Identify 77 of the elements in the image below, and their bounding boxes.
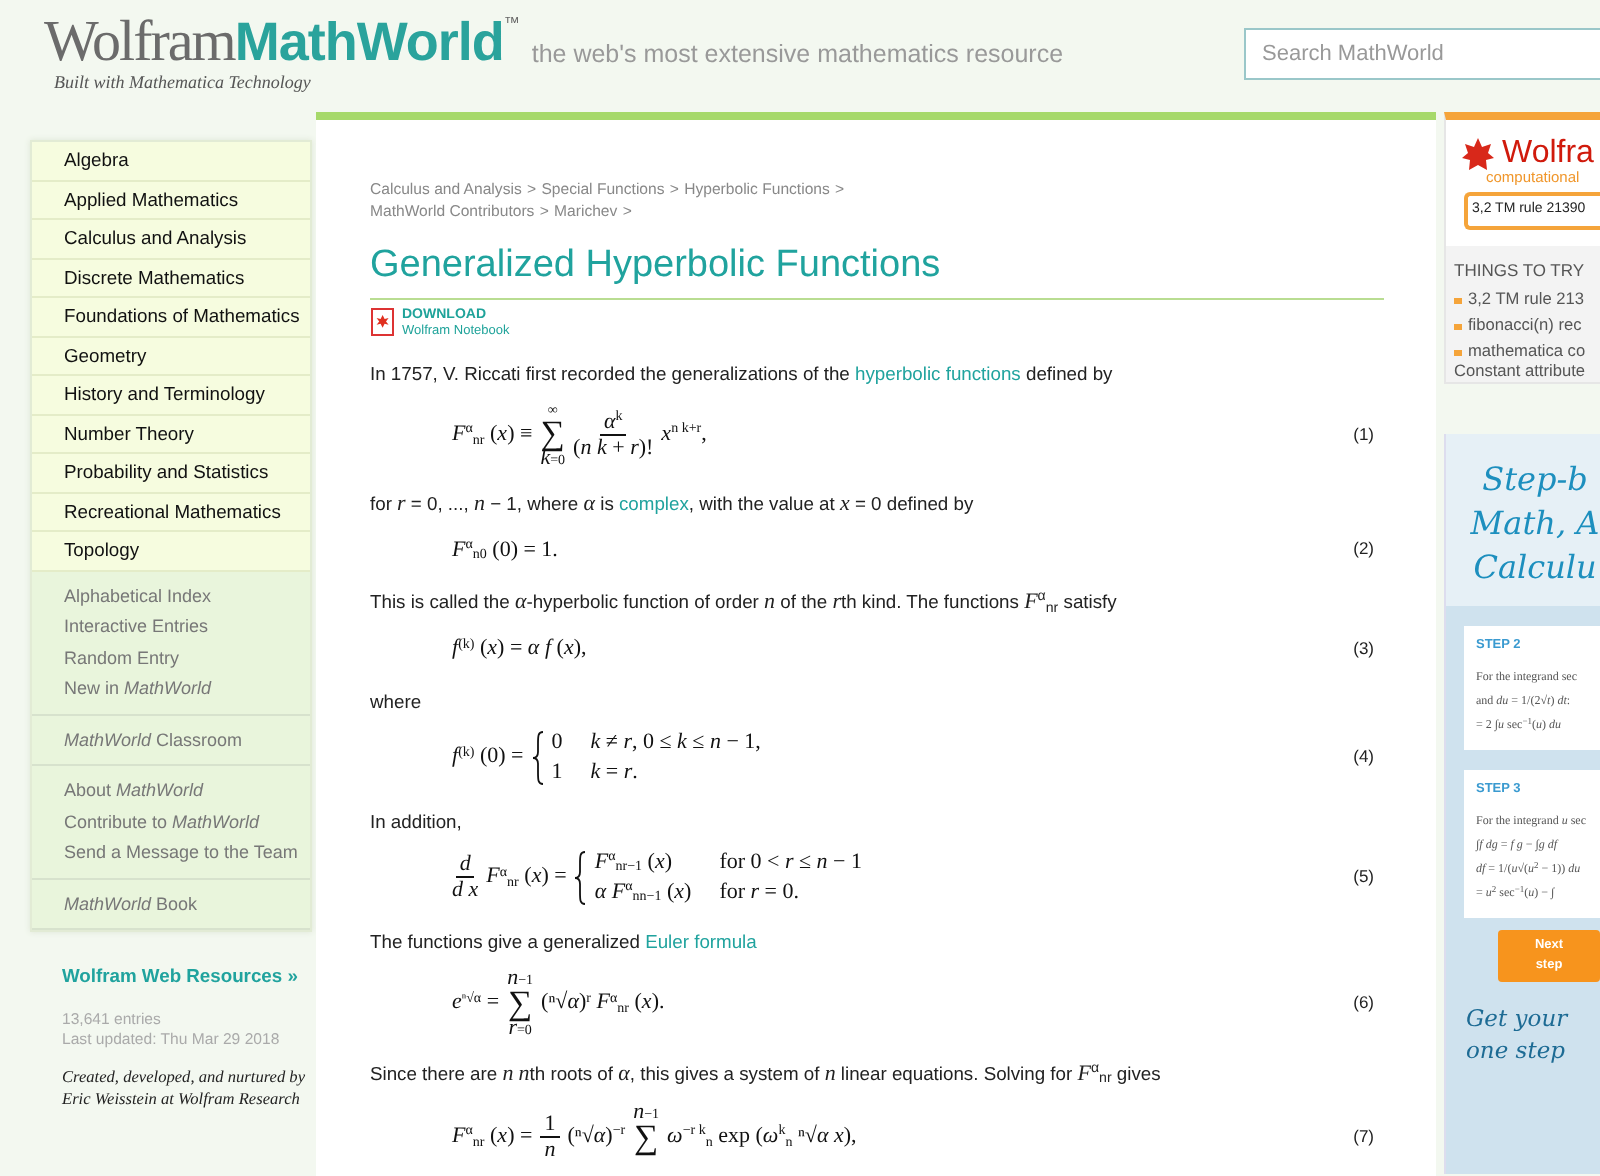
math-expression: x$^{n k+r}$,	[661, 418, 707, 450]
sidebar-link[interactable]: Send a Message to the Team	[64, 838, 310, 869]
equation-number: (1)	[1353, 421, 1374, 447]
paragraph-text: for r = 0, ..., n − 1, where α is complex, with the value at x = 0 defined by	[370, 489, 976, 517]
equation-number: (2)	[1353, 536, 1374, 563]
paragraph-text: This is called the α-hyperbolic function of order n of the rth kind. The functions F$^{α}$$_{nr}$ satisfy	[370, 588, 1119, 616]
topic-link[interactable]: Probability and Statistics	[32, 454, 310, 493]
fraction: 1 n	[540, 1111, 560, 1161]
case-expression: for r = 0.	[719, 879, 802, 905]
paragraph-text: In addition,	[370, 807, 464, 833]
case-expression: k ≠ r, 0 ≤ k ≤ n − 1,	[590, 729, 761, 755]
inline-link[interactable]: hyperbolic functions	[855, 361, 1021, 383]
topic-link[interactable]: Topology	[32, 532, 310, 571]
inline-link[interactable]: complex	[618, 491, 689, 513]
math-expression: e$^{ⁿ√α}$ =	[452, 987, 500, 1019]
equation-number: (3)	[1353, 635, 1374, 662]
paragraph-text: The functions give a generalized Euler formula	[370, 927, 759, 953]
notebook-icon	[370, 308, 394, 337]
topic-link[interactable]: Discrete Mathematics	[32, 259, 310, 298]
case-expression: k = r.	[590, 759, 640, 785]
math-expression: F$^{α}$$_{nr}$ (x) =	[452, 1120, 533, 1153]
section-heading: THINGS TO TRY	[1454, 257, 1587, 283]
topic-link[interactable]: Calculus and Analysis	[32, 220, 310, 259]
logo-tagline: Built with Mathematica Technology	[54, 72, 313, 92]
brace-icon	[574, 849, 587, 905]
paragraph-text: where	[370, 687, 424, 713]
ad-footer-text: Get your one step	[1466, 1001, 1571, 1065]
case-expression: for 0 < r ≤ n − 1	[719, 849, 863, 875]
topic-link[interactable]: Geometry	[32, 337, 310, 376]
star-logo-icon	[1462, 137, 1494, 169]
sidebar-link[interactable]: Alphabetical Index	[64, 581, 310, 612]
fraction: α$^{k}$ (n k + r)!	[573, 409, 654, 459]
logo-wordmark[interactable]: Wolfram	[44, 12, 235, 72]
site-tagline: the web's most extensive mathematics resource	[531, 38, 1064, 72]
topic-link[interactable]: Number Theory	[32, 415, 310, 454]
case-expression: F$^{α}$$_{nr−1}$ (x)	[594, 849, 674, 875]
math-expression: F$^{α}$$_{nr}$ (x) =	[486, 861, 567, 894]
resources-link[interactable]: Wolfram Web Resources »	[62, 962, 312, 991]
math-expression: f$^{(k)}$ (x) = α f (x),	[452, 633, 587, 664]
widget-brand: Wolfra	[1502, 136, 1594, 170]
trademark-symbol: ™	[503, 12, 520, 36]
ad-headline: Step-b Math, A Calculu	[1446, 434, 1600, 606]
brace-icon	[531, 729, 544, 785]
math-expression: (ⁿ√α)$^{−r}$	[567, 1120, 626, 1152]
suggestion-link[interactable]: mathematica co Constant attribute	[1454, 340, 1600, 381]
page-title: Generalized Hyperbolic Functions	[370, 242, 1384, 300]
topic-link[interactable]: Algebra	[32, 142, 310, 181]
equation-number: (5)	[1353, 864, 1374, 890]
equation-number: (6)	[1353, 990, 1374, 1016]
case-expression: 1	[551, 759, 563, 785]
math-expression: F$^{α}$$_{nr}$ (x) ≡	[452, 418, 533, 451]
equation-number: (7)	[1353, 1123, 1374, 1149]
fraction: d d x	[452, 852, 479, 902]
case-expression: 0	[551, 729, 563, 755]
suggestion-link[interactable]: fibonacci(n) rec	[1454, 314, 1600, 335]
topic-link[interactable]: History and Terminology	[32, 376, 310, 415]
equation-number: (4)	[1353, 744, 1374, 770]
sidebar-link[interactable]: Interactive Entries	[64, 612, 310, 643]
sidebar-link[interactable]: Contribute to MathWorld	[64, 807, 310, 838]
sidebar-link[interactable]: Random Entry	[64, 643, 310, 674]
sidebar-link[interactable]: About MathWorld	[64, 776, 310, 807]
paragraph-text: Since there are n nth roots of α, this gives a system of n linear equations. Solving for F$^{α}$$_{nr}$ gives	[370, 1059, 1163, 1087]
paragraph-text: In 1757, V. Riccati first recorded the generalizations of the hyperbolic functions defined by	[370, 359, 1115, 385]
suggestion-link[interactable]: 3,2 TM rule 213	[1454, 288, 1600, 309]
sidebar-link[interactable]: New in MathWorld	[64, 674, 310, 705]
search-field[interactable]: Search MathWorld	[1244, 28, 1600, 80]
math-expression: f$^{(k)}$ (0) =	[452, 741, 524, 773]
math-expression: ω$^{−r k}$$_{n}$ exp (ω$^{k}$$_{n}$ ⁿ√α x),	[667, 1120, 857, 1153]
logo-wordmark[interactable]: MathWorld	[234, 12, 504, 72]
topic-link[interactable]: Applied Mathematics	[32, 181, 310, 220]
inline-link[interactable]: Euler formula	[645, 929, 757, 951]
credit-text: Created, developed, and nurtured by Eric Weisstein at Wolfram Research	[62, 1066, 308, 1111]
math-expression: F$^{α}$$_{n0}$ (0) = 1.	[452, 534, 558, 566]
math-expression: (ⁿ√α)$^{r}$ F$^{α}$$_{nr}$ (x).	[541, 987, 665, 1020]
topic-link[interactable]: Foundations of Mathematics	[32, 298, 310, 337]
case-expression: α F$^{α}$$_{nn−1}$ (x)	[594, 879, 692, 905]
topic-link[interactable]: Recreational Mathematics	[32, 493, 310, 532]
